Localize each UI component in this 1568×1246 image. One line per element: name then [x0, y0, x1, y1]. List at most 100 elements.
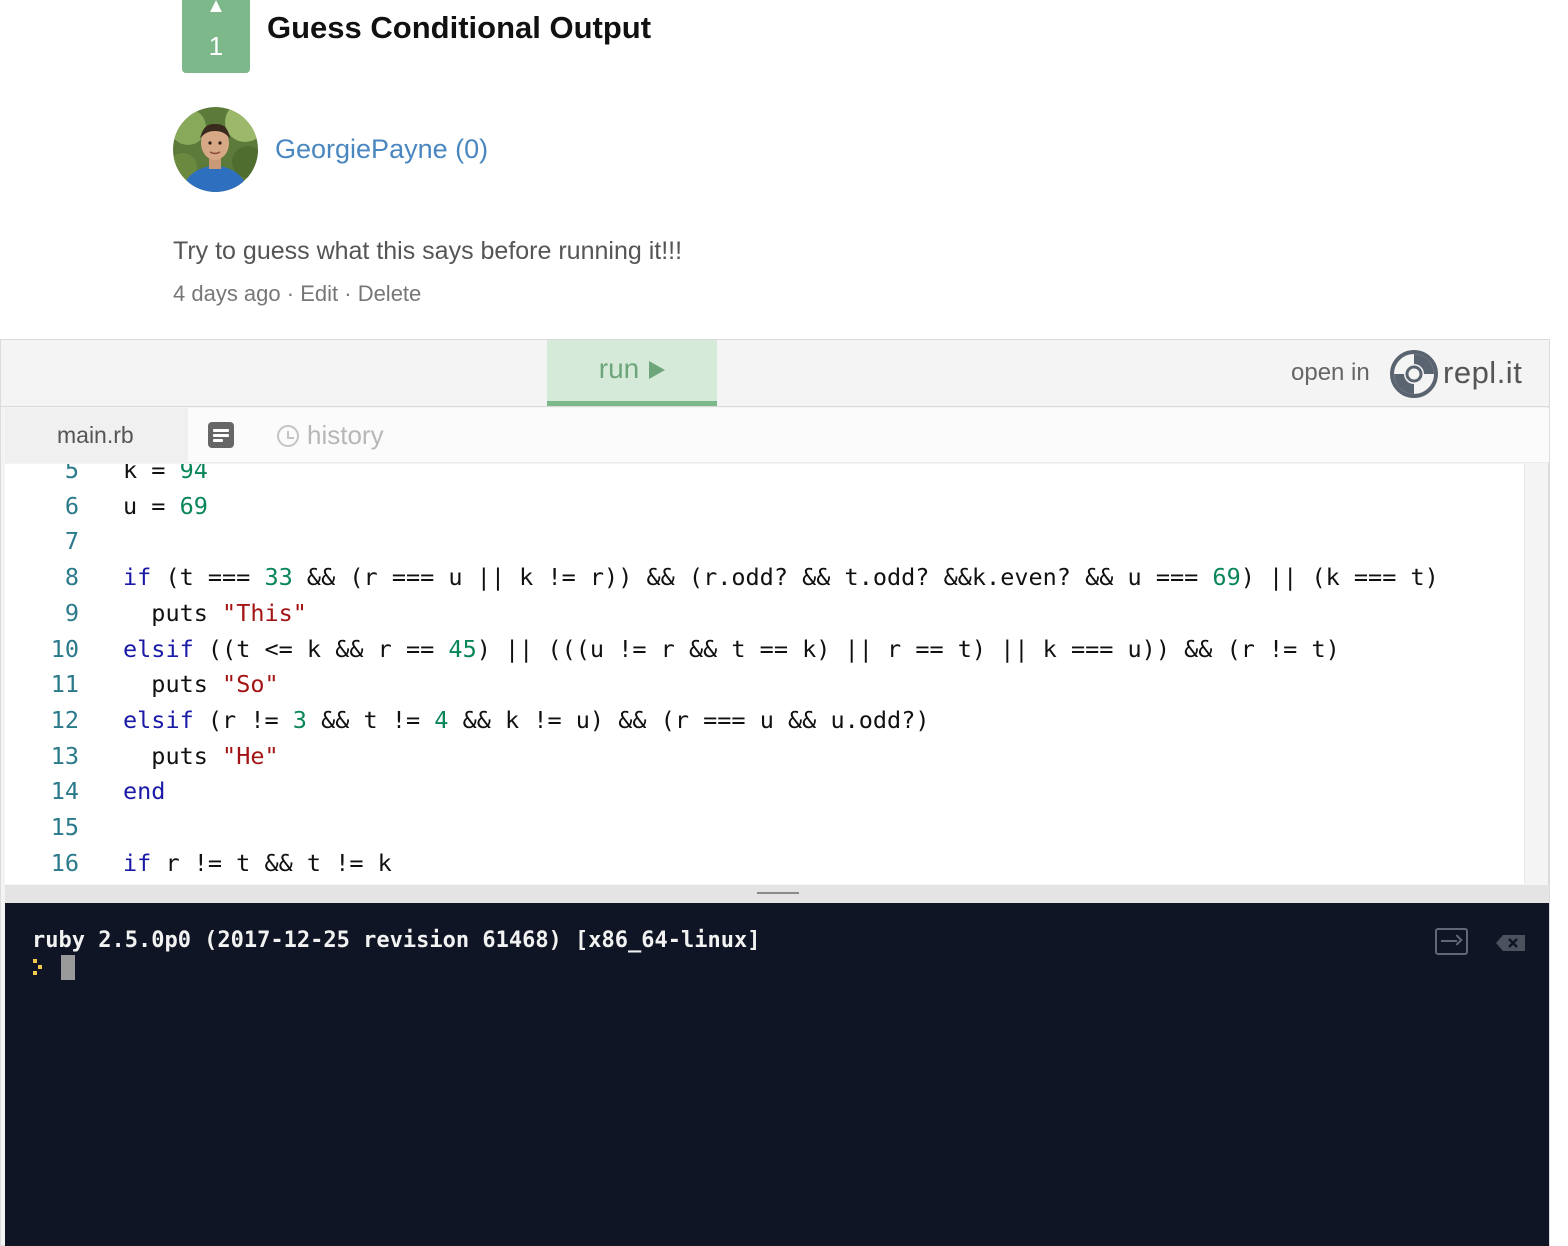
vote-count: 1: [208, 31, 224, 61]
line-number: 16: [50, 848, 79, 877]
line-number: 7: [64, 527, 79, 556]
upvote-button[interactable]: ▲ 1: [182, 0, 250, 73]
avatar[interactable]: [173, 107, 258, 192]
run-button[interactable]: run: [547, 340, 717, 406]
post-description: Try to guess what this says before runni…: [173, 237, 683, 265]
console[interactable]: ruby 2.5.0p0 (2017-12-25 revision 61468)…: [5, 903, 1549, 1246]
meta-separator: ·: [338, 281, 358, 306]
line-number: 8: [64, 563, 79, 592]
code-token: "This": [222, 598, 307, 627]
embed-toolbar: run open in repl.it: [1, 340, 1549, 407]
history-button[interactable]: history: [277, 418, 384, 452]
code-text: k = 94: [123, 464, 208, 488]
pane-resize-handle[interactable]: [5, 885, 1549, 903]
repl-embed: run open in repl.it main.rb history 5 k …: [0, 339, 1550, 1246]
code-token: 33: [264, 563, 293, 592]
code-token: elsif: [123, 634, 194, 663]
code-text: end: [123, 773, 165, 809]
code-text: u = 69: [123, 488, 208, 524]
history-icon: [277, 425, 299, 447]
replit-brand[interactable]: repl.it: [1443, 354, 1522, 392]
code-token: 4: [434, 705, 449, 734]
document-icon[interactable]: [208, 422, 234, 448]
code-line[interactable]: 10 elsif ((t <= k && r == 45) || (((u != …: [5, 631, 1524, 667]
code-token: u =: [123, 491, 180, 520]
run-label: run: [598, 353, 640, 384]
edit-link[interactable]: Edit: [300, 281, 338, 306]
history-label: history: [307, 420, 384, 450]
line-number: 6: [64, 491, 79, 520]
code-token: 69: [179, 491, 208, 520]
code-token: if: [123, 563, 152, 592]
code-line[interactable]: 15: [5, 809, 1524, 845]
code-line[interactable]: 6 u = 69: [5, 488, 1524, 524]
code-text: puts "So": [123, 666, 279, 702]
line-number: 10: [50, 634, 79, 663]
code-line[interactable]: 14 end: [5, 773, 1524, 809]
code-line[interactable]: 8 if (t === 33 && (r === u || k != r)) &&…: [5, 559, 1524, 595]
line-number: 15: [50, 813, 79, 841]
delete-link[interactable]: Delete: [358, 281, 422, 306]
code-text: puts "He": [123, 738, 279, 774]
open-console-icon[interactable]: [1435, 928, 1468, 955]
console-output: ruby 2.5.0p0 (2017-12-25 revision 61468)…: [32, 928, 761, 953]
code-text: puts "This": [123, 595, 307, 631]
code-token: && t !=: [306, 705, 435, 734]
play-icon: [649, 361, 666, 379]
code-token: puts: [123, 741, 223, 770]
code-line[interactable]: 5 k = 94: [5, 464, 1524, 488]
timestamp: 4 days ago: [173, 281, 281, 306]
code-token: 45: [448, 634, 477, 663]
line-number: 9: [64, 598, 79, 627]
replit-logo-icon[interactable]: [1390, 350, 1438, 398]
code-line[interactable]: 9 puts "This": [5, 595, 1524, 631]
author-link[interactable]: GeorgiePayne (0): [275, 132, 488, 166]
file-tab-main-rb[interactable]: main.rb: [5, 408, 188, 463]
line-number: 5: [64, 464, 79, 484]
code-token: 69: [1212, 563, 1241, 592]
prompt-icon: [33, 959, 47, 975]
code-line[interactable]: 16 if r != t && t != k: [5, 845, 1524, 881]
line-number: 14: [50, 777, 79, 806]
code-token: puts: [123, 670, 223, 699]
line-number: 11: [50, 670, 79, 699]
code-text: if r != t && t != k: [123, 845, 392, 881]
code-token: ) || (((u != r && t == k) || r == t) || …: [476, 634, 1340, 663]
open-in-label[interactable]: open in: [1291, 358, 1370, 388]
code-token: ((t <= k && r ==: [193, 634, 449, 663]
code-token: ) || (k === t): [1240, 563, 1439, 592]
code-token: && (r === u || k != r)) && (r.odd? && t.…: [292, 563, 1213, 592]
file-bar: main.rb history: [5, 408, 1549, 463]
code-token: "So": [222, 670, 279, 699]
console-cursor: [61, 955, 75, 980]
code-token: if: [123, 848, 152, 877]
code-token: r != t && t != k: [151, 848, 392, 877]
code-token: 94: [179, 464, 208, 484]
code-token: "He": [222, 741, 279, 770]
code-text: elsif (r != 3 && t != 4 && k != u) && (r…: [123, 702, 930, 738]
code-line[interactable]: 11 puts "So": [5, 666, 1524, 702]
code-line[interactable]: 12 elsif (r != 3 && t != 4 && k != u) && …: [5, 702, 1524, 738]
code-token: elsif: [123, 705, 194, 734]
grip-icon: [757, 892, 799, 894]
code-text: if (t === 33 && (r === u || k != r)) && …: [123, 559, 1439, 595]
clear-console-icon[interactable]: [1495, 934, 1527, 952]
code-token: (t ===: [151, 563, 265, 592]
code-text: elsif ((t <= k && r == 45) || (((u != r …: [123, 631, 1340, 667]
page: ▲ 1 Guess Conditional Output GeorgiePayn…: [0, 0, 1568, 1246]
code-token: k =: [123, 464, 180, 484]
code-token: 3: [292, 705, 307, 734]
code-token: puts: [123, 598, 223, 627]
code-editor[interactable]: 5k = 94 6 u = 69 7 8 if (t === 33 && (r === u…: [5, 464, 1525, 884]
upvote-arrow-icon: ▲: [206, 0, 226, 17]
line-number: 12: [50, 705, 79, 734]
code-line[interactable]: 13 puts "He": [5, 738, 1524, 774]
line-number: 13: [50, 741, 79, 770]
post-meta: 4 days ago · Edit · Delete: [173, 280, 421, 308]
code-line[interactable]: 7: [5, 523, 1524, 559]
code-token: end: [123, 777, 166, 806]
code-token: && k != u) && (r === u && u.odd?): [448, 705, 930, 734]
post-title: Guess Conditional Output: [267, 10, 652, 45]
meta-separator: ·: [280, 281, 301, 306]
code-token: (r !=: [193, 705, 293, 734]
